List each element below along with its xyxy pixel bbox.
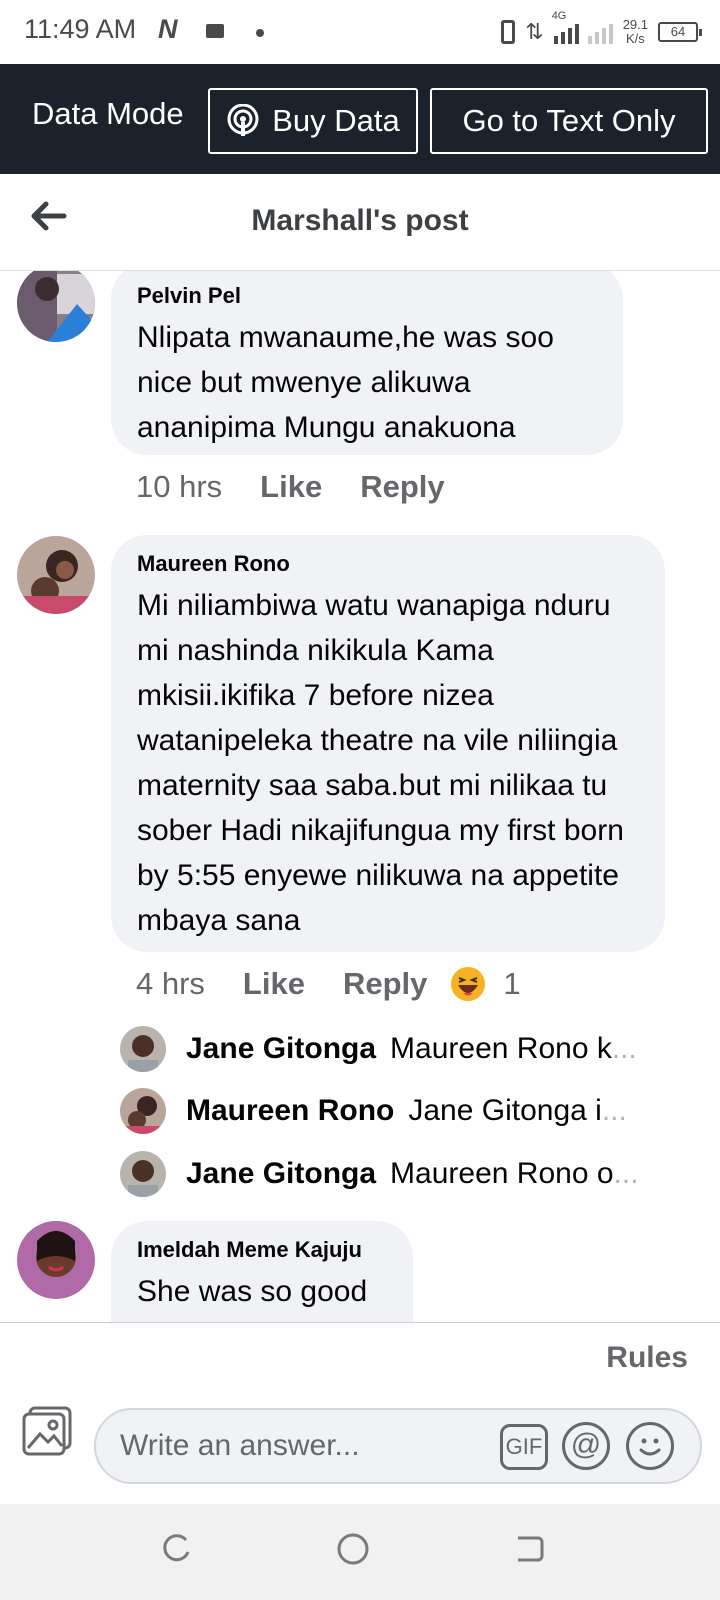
- comment-text: Nlipata mwanaume,he was soo nice but mwe…: [137, 321, 554, 444]
- answer-input[interactable]: [118, 1428, 482, 1464]
- reply-author[interactable]: Jane Gitonga: [186, 1032, 376, 1066]
- avatar[interactable]: [120, 1088, 166, 1134]
- comment-time[interactable]: 10 hrs: [136, 469, 222, 505]
- battery-icon: 64: [658, 22, 702, 42]
- network-type: 4G: [551, 10, 567, 22]
- comment-bubble[interactable]: Pelvin Pel Nlipata mwanaume,he was soo n…: [111, 271, 623, 455]
- emoji-icon[interactable]: [626, 1422, 674, 1470]
- signal-icon: 4G: [552, 10, 613, 44]
- comment-author[interactable]: Maureen Rono: [137, 551, 639, 577]
- comment-time[interactable]: 4 hrs: [136, 966, 205, 1002]
- reply-button[interactable]: Reply: [343, 966, 427, 1002]
- mention-icon[interactable]: @: [562, 1422, 610, 1470]
- comment-author[interactable]: Pelvin Pel: [137, 283, 597, 309]
- home-icon[interactable]: [336, 1532, 370, 1566]
- buy-data-label: Buy Data: [272, 103, 400, 138]
- comment-text: Mi niliambiwa watu wanapiga nduru mi nas…: [137, 589, 624, 937]
- reply-text: Maureen Rono k: [390, 1032, 612, 1065]
- reply-author[interactable]: Jane Gitonga: [186, 1157, 376, 1191]
- reply-preview[interactable]: Maureen Rono Jane Gitonga i ...: [120, 1086, 680, 1136]
- comments-list: Pelvin Pel Nlipata mwanaume,he was soo n…: [0, 271, 720, 1322]
- reaction-count: 1: [503, 966, 521, 1001]
- avatar[interactable]: [120, 1151, 166, 1197]
- text-only-button[interactable]: Go to Text Only: [430, 88, 708, 154]
- status-bar: 11:49 AM N ⇅ 4G 29.1 K/s 64: [0, 0, 720, 64]
- like-button[interactable]: Like: [260, 469, 322, 505]
- recent-apps-icon[interactable]: [160, 1532, 194, 1566]
- vibrate-icon: [501, 20, 516, 44]
- comment-author[interactable]: Imeldah Meme Kajuju: [137, 1237, 387, 1263]
- back-icon[interactable]: [512, 1532, 546, 1566]
- data-mode-bar: Data Mode Buy Data Go to Text Only: [0, 64, 720, 174]
- notification-dot-icon: [256, 29, 264, 37]
- rules-link[interactable]: Rules: [606, 1341, 688, 1375]
- comment-text: She was so good: [137, 1275, 368, 1308]
- reply-text: Jane Gitonga i: [408, 1094, 602, 1127]
- system-nav-bar: [0, 1504, 720, 1600]
- comment-actions: 10 hrs Like Reply: [136, 469, 445, 505]
- haha-reaction-icon: [451, 967, 486, 1001]
- reply-button[interactable]: Reply: [360, 469, 444, 505]
- speed-value: 29.1: [622, 17, 648, 32]
- post-header: Marshall's post: [0, 174, 720, 271]
- avatar[interactable]: [17, 1221, 95, 1299]
- reply-ellipsis: ...: [613, 1157, 639, 1190]
- broadcast-icon: [227, 104, 259, 136]
- speed-unit: K/s: [625, 31, 645, 46]
- answer-box[interactable]: GIF @: [94, 1408, 702, 1484]
- avatar[interactable]: [17, 536, 95, 614]
- gif-icon[interactable]: GIF: [500, 1424, 548, 1470]
- buy-data-button[interactable]: Buy Data: [208, 88, 418, 154]
- network-speed: 29.1 K/s: [623, 18, 648, 46]
- photo-icon[interactable]: [20, 1404, 74, 1458]
- comment-actions: 4 hrs Like Reply 1: [136, 966, 521, 1002]
- comment-bubble[interactable]: Imeldah Meme Kajuju She was so good: [111, 1221, 413, 1322]
- n-app-icon: N: [158, 14, 178, 44]
- message-icon: [206, 24, 224, 38]
- reply-preview[interactable]: Jane Gitonga Maureen Rono k ...: [120, 1024, 680, 1074]
- avatar[interactable]: [120, 1026, 166, 1072]
- data-transfer-icon: ⇅: [525, 19, 544, 44]
- reply-author[interactable]: Maureen Rono: [186, 1094, 394, 1128]
- reply-text: Maureen Rono o: [390, 1157, 614, 1190]
- answer-composer: GIF @: [0, 1384, 720, 1504]
- like-button[interactable]: Like: [243, 966, 305, 1002]
- avatar[interactable]: [17, 271, 95, 342]
- reply-preview[interactable]: Jane Gitonga Maureen Rono o ...: [120, 1149, 680, 1199]
- status-right: ⇅ 4G 29.1 K/s 64: [501, 10, 702, 52]
- status-time: 11:49 AM: [24, 14, 137, 44]
- rules-bar: Rules: [0, 1322, 720, 1385]
- data-mode-label: Data Mode: [32, 96, 184, 131]
- page-title: Marshall's post: [251, 204, 469, 237]
- comment-bubble[interactable]: Maureen Rono Mi niliambiwa watu wanapiga…: [111, 535, 665, 952]
- reply-ellipsis: ...: [611, 1032, 637, 1065]
- reaction-summary[interactable]: 1: [451, 966, 521, 1002]
- reply-ellipsis: ...: [601, 1094, 627, 1127]
